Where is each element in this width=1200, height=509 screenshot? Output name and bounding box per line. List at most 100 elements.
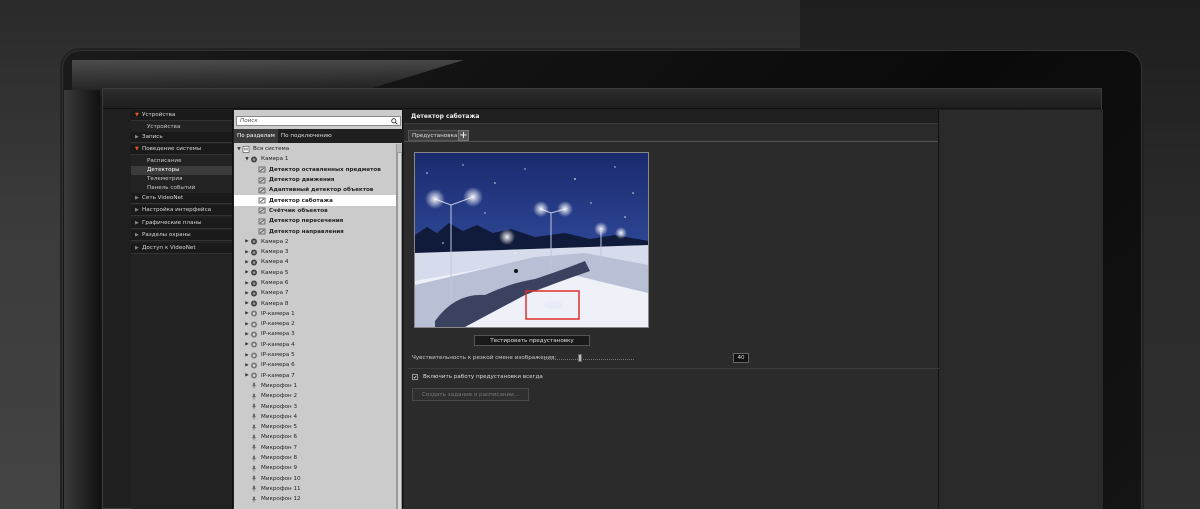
nav-group-3[interactable]: ▶ Сеть VideoNet [131,192,232,204]
tree-item-label: Детектор движения [269,177,335,184]
create-schedule-task-button[interactable]: Создать задание в расписании... [412,388,529,401]
collapsed-arrow-icon: ▶ [135,194,139,201]
tree-item-label: Детектор пересечения [269,218,344,225]
tree-item-microphone-2[interactable]: Микрофон 2 [234,391,397,401]
nav-item-0-0[interactable]: Устройства [131,123,232,132]
tree-item-ip-camera-6[interactable]: ▶ IP-камера 6 [234,360,397,370]
add-preset-button[interactable]: + [458,130,469,141]
empty-area [939,110,1103,509]
detector-settings-panel: Детектор саботажа Предустановка 1 + Тест… [404,110,1038,509]
winter-road-scene [415,153,648,327]
tree-item-camera-4[interactable]: ▶ Камера 4 [234,257,397,267]
tab-0[interactable]: По разделам [234,129,278,143]
tree-item-camera-7[interactable]: ▶ Камера 7 [234,288,397,298]
nav-group-label: Графические планы [142,219,202,226]
sensitivity-slider[interactable] [544,359,634,360]
tree-item-label: Камера 1 [261,156,289,163]
tree-item-microphone-1[interactable]: Микрофон 1 [234,381,397,391]
detector-icon [258,207,266,214]
nav-item-2-2[interactable]: Телеметрия [131,175,232,184]
tree-item-camera-8[interactable]: ▶ Камера 8 [234,298,397,308]
camera-icon [250,280,258,287]
tree-item-camera-1[interactable]: ▼ Камера 1 [234,154,397,164]
tree-item-microphone-11[interactable]: Микрофон 11 [234,484,397,494]
nav-item-2-3[interactable]: Панель событий [131,184,232,193]
nav-item-2-1[interactable]: Детекторы [131,165,232,175]
nav-group-label: Устройства [142,112,176,118]
tree-item-ip-camera-4[interactable]: ▶ IP-камера 4 [234,340,397,350]
tree-item-detector-4[interactable]: Счётчик объектов [234,206,397,216]
system-icon [242,145,250,153]
tree-item-detector-3[interactable]: Детектор саботажа [234,195,397,206]
microphone-icon [250,485,258,493]
tree-item-detector-0[interactable]: Детектор оставленных предметов [234,165,397,175]
tree-item-label: Счётчик объектов [269,207,328,214]
tree-item-label: IP-камера 6 [261,362,295,369]
tree-item-label: Микрофон 12 [261,496,301,503]
tree-item-label: Камера 2 [261,238,289,245]
tree-item-microphone-10[interactable]: Микрофон 10 [234,474,397,484]
app-title-bar [103,89,1101,109]
tree-item-detector-5[interactable]: Детектор пересечения [234,216,397,226]
ip-camera-icon [250,341,258,348]
nav-group-5[interactable]: ▶ Графические планы [131,217,232,229]
settings-nav: ▼ Устройства Устройства ▶ Запись ▼ Поведение с… [131,110,233,509]
tree-item-microphone-12[interactable]: Микрофон 12 [234,494,397,504]
tree-item-label: Микрофон 5 [261,424,298,431]
tree-item-label: Камера 4 [261,259,289,266]
nav-group-1[interactable]: ▶ Запись [131,131,232,143]
microphone-icon [250,382,258,390]
tree-item-detector-1[interactable]: Детектор движения [234,175,397,185]
nav-group-7[interactable]: ▶ Доступ к VideoNet [131,242,232,254]
tree-item-ip-camera-5[interactable]: ▶ IP-камера 5 [234,350,397,360]
tree-item-camera-6[interactable]: ▶ Камера 6 [234,278,397,288]
tree-item-microphone-5[interactable]: Микрофон 5 [234,422,397,432]
preset-tabs-divider [404,141,938,142]
nav-group-0[interactable]: ▼ Устройства [131,110,232,121]
tree-item-microphone-4[interactable]: Микрофон 4 [234,412,397,422]
nav-group-label: Поведение системы [142,146,202,152]
tree-item-camera-2[interactable]: ▶ Камера 2 [234,237,397,247]
tree-item-ip-camera-3[interactable]: ▶ IP-камера 3 [234,329,397,339]
tree-item-label: Микрофон 1 [261,382,298,389]
tree-item-label: Вся система [253,146,290,153]
tab-1[interactable]: По подключению [278,129,335,143]
tree-item-microphone-7[interactable]: Микрофон 7 [234,443,397,453]
microphone-icon [250,444,258,451]
microphone-icon [250,496,258,503]
nav-group-6[interactable]: ▶ Разделы охраны [131,230,232,241]
test-preset-button[interactable]: Тестировать предустановку [474,335,590,346]
tree-item-label: Микрофон 8 [261,455,298,462]
tree-item-microphone-8[interactable]: Микрофон 8 [234,453,397,463]
tree-item-detector-6[interactable]: Детектор направления [234,226,397,236]
tree-scroll-thumb[interactable] [397,152,402,509]
nav-group-4[interactable]: ▶ Настройка интерфейса [131,205,232,216]
sensitivity-slider-thumb[interactable] [578,354,582,362]
detector-icon [258,228,266,235]
sensitivity-value-field[interactable]: 40 [733,353,749,363]
collapsed-arrow-icon: ▶ [135,232,139,238]
microphone-icon [250,393,258,400]
expanded-arrow-icon: ▼ [135,112,139,118]
nav-item-2-0[interactable]: Расписание [131,157,232,166]
expanded-arrow-icon: ▼ [135,146,139,152]
tree-item-microphone-6[interactable]: Микрофон 6 [234,432,397,442]
tree-item-ip-camera-2[interactable]: ▶ IP-камера 2 [234,319,397,329]
tree-scrollbar[interactable] [396,144,402,509]
tree-item-camera-5[interactable]: ▶ Камера 5 [234,268,397,278]
tree-item-microphone-9[interactable]: Микрофон 9 [234,463,397,473]
tree-item-label: IP-камера 4 [261,341,295,348]
search-icon[interactable] [391,118,398,125]
always-on-checkbox[interactable] [412,374,418,380]
tree-item-detector-2[interactable]: Адаптивный детектор объектов [234,185,397,195]
tree-item-camera-3[interactable]: ▶ Камера 3 [234,247,397,257]
nav-group-2[interactable]: ▼ Поведение системы [131,144,232,155]
tree-item-microphone-3[interactable]: Микрофон 3 [234,401,397,411]
microphone-icon [250,413,258,420]
tree-item-ip-camera-7[interactable]: ▶ IP-камера 7 [234,371,397,381]
camera-icon [250,290,258,297]
tree-item-ip-camera-1[interactable]: ▶ IP-камера 1 [234,309,397,319]
tree-item-root[interactable]: ▼ Вся система [234,144,397,154]
search-input[interactable]: Поиск [236,116,401,126]
nav-group-label: Запись [142,133,163,140]
